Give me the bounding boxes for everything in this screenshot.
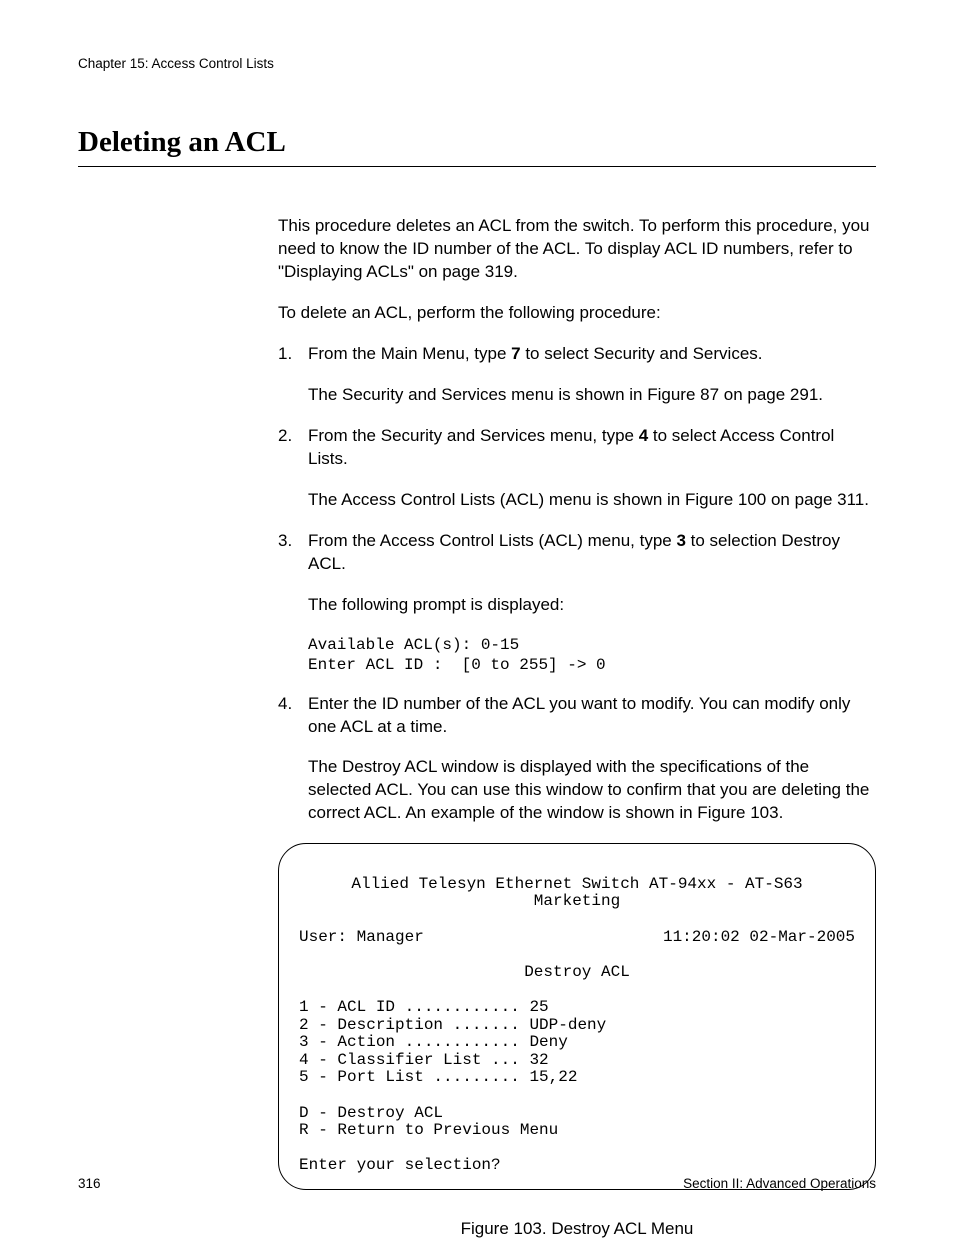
step-3-terminal-prompt: Available ACL(s): 0-15 Enter ACL ID : [0… xyxy=(308,635,876,675)
step-3-instruction: From the Access Control Lists (ACL) menu… xyxy=(308,530,876,576)
step-1-instruction: From the Main Menu, type 7 to select Sec… xyxy=(308,343,876,366)
step-2: 2. From the Security and Services menu, … xyxy=(278,425,876,512)
step-number: 1. xyxy=(278,343,292,366)
step-number: 3. xyxy=(278,530,292,553)
terminal-selection-prompt: Enter your selection? xyxy=(299,1156,501,1174)
terminal-user: User: Manager xyxy=(299,929,424,947)
step-4: 4. Enter the ID number of the ACL you wa… xyxy=(278,693,876,826)
terminal-title: Allied Telesyn Ethernet Switch AT-94xx -… xyxy=(299,876,855,894)
terminal-menu-title: Destroy ACL xyxy=(299,964,855,982)
figure-caption: Figure 103. Destroy ACL Menu xyxy=(278,1218,876,1241)
step-2-result: The Access Control Lists (ACL) menu is s… xyxy=(308,489,876,512)
terminal-subtitle: Marketing xyxy=(299,893,855,911)
terminal-menu-items: 1 - ACL ID ............ 25 2 - Descripti… xyxy=(299,998,606,1086)
terminal-window: Allied Telesyn Ethernet Switch AT-94xx -… xyxy=(278,843,876,1190)
body-content: This procedure deletes an ACL from the s… xyxy=(278,215,876,825)
step-number: 4. xyxy=(278,693,292,716)
terminal-timestamp: 11:20:02 02-Mar-2005 xyxy=(663,929,855,947)
step-3: 3. From the Access Control Lists (ACL) m… xyxy=(278,530,876,675)
page-number: 316 xyxy=(78,1175,101,1193)
section-label: Section II: Advanced Operations xyxy=(683,1175,876,1193)
terminal-menu-actions: D - Destroy ACL R - Return to Previous M… xyxy=(299,1104,558,1140)
step-1: 1. From the Main Menu, type 7 to select … xyxy=(278,343,876,407)
step-1-result: The Security and Services menu is shown … xyxy=(308,384,876,407)
step-2-instruction: From the Security and Services menu, typ… xyxy=(308,425,876,471)
step-4-instruction: Enter the ID number of the ACL you want … xyxy=(308,693,876,739)
step-3-prompt-label: The following prompt is displayed: xyxy=(308,594,876,617)
step-number: 2. xyxy=(278,425,292,448)
intro-paragraph-1: This procedure deletes an ACL from the s… xyxy=(278,215,876,284)
section-heading: Deleting an ACL xyxy=(78,123,876,167)
intro-paragraph-2: To delete an ACL, perform the following … xyxy=(278,302,876,325)
running-header: Chapter 15: Access Control Lists xyxy=(78,55,876,73)
step-4-result: The Destroy ACL window is displayed with… xyxy=(308,756,876,825)
